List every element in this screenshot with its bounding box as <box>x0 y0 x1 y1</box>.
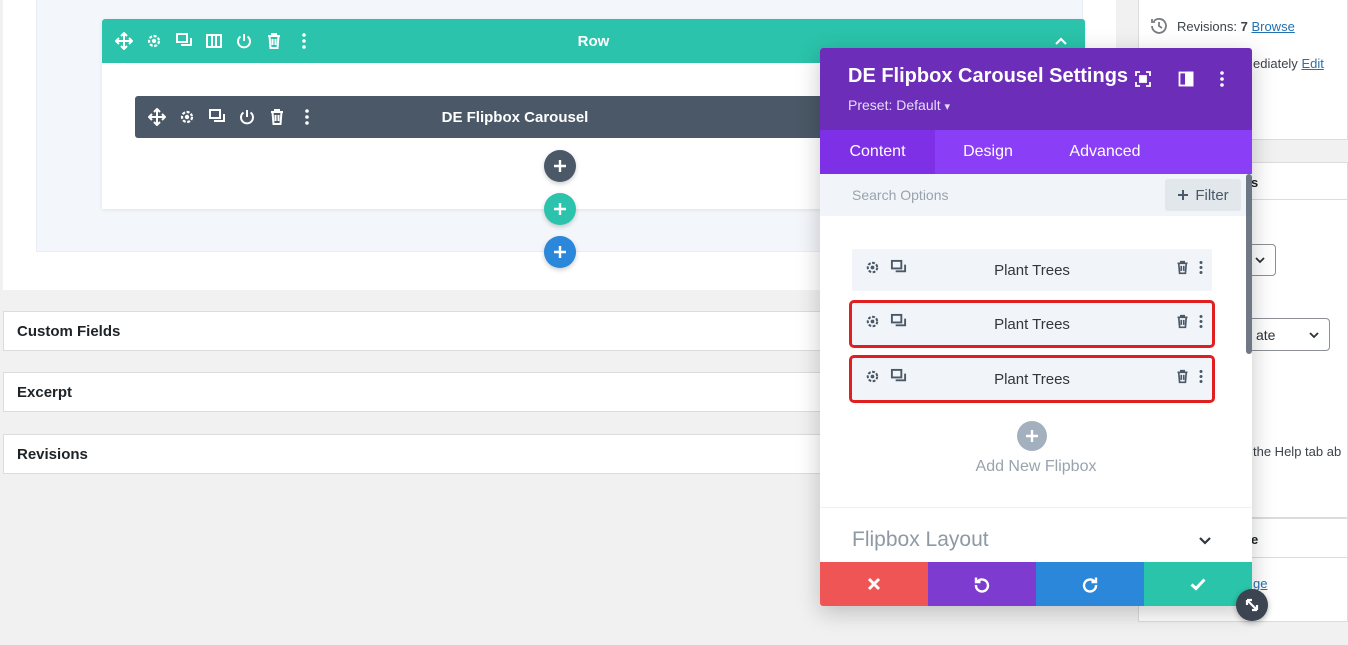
more-icon[interactable] <box>1198 314 1204 334</box>
tab-content[interactable]: Content <box>820 130 935 174</box>
add-flipbox-label[interactable]: Add New Flipbox <box>820 458 1252 476</box>
duplicate-icon[interactable] <box>890 259 907 281</box>
power-icon[interactable] <box>237 107 257 127</box>
redo-icon <box>1082 577 1098 593</box>
trash-icon[interactable] <box>264 31 284 51</box>
module-toolbar[interactable]: DE Flipbox Carousel <box>135 96 895 138</box>
modal-footer <box>820 562 1252 606</box>
modal-title: DE Flipbox Carousel Settings <box>848 65 1129 87</box>
tab-advanced[interactable]: Advanced <box>1041 130 1169 174</box>
template-select[interactable]: ate <box>1247 318 1330 351</box>
gear-icon[interactable] <box>864 313 881 335</box>
metabox-title: Excerpt <box>17 383 73 401</box>
filter-label: Filter <box>1195 186 1229 204</box>
flipbox-item[interactable]: Plant Trees <box>849 300 1215 348</box>
gear-icon[interactable] <box>864 368 881 390</box>
trash-icon[interactable] <box>1175 260 1190 280</box>
search-bar: Filter <box>820 174 1252 216</box>
more-icon[interactable] <box>294 31 314 51</box>
gear-icon[interactable] <box>864 259 881 281</box>
modal-header[interactable]: DE Flipbox Carousel Settings Preset: Def… <box>820 48 1252 130</box>
cancel-button[interactable] <box>820 562 928 606</box>
fullscreen-icon[interactable] <box>1132 68 1154 90</box>
flipbox-item[interactable]: Plant Trees <box>852 249 1212 291</box>
trash-icon[interactable] <box>1175 314 1190 334</box>
edit-publish-link[interactable]: Edit <box>1301 56 1323 71</box>
plus-icon <box>1178 190 1189 200</box>
duplicate-icon[interactable] <box>890 313 907 335</box>
trash-icon[interactable] <box>1175 369 1190 389</box>
power-icon[interactable] <box>234 31 254 51</box>
duplicate-icon[interactable] <box>207 107 227 127</box>
filter-button[interactable]: Filter <box>1165 179 1241 211</box>
preset-selector[interactable]: Preset: Default ▾ <box>848 97 950 113</box>
add-section-button[interactable] <box>544 236 576 268</box>
redo-button[interactable] <box>1036 562 1144 606</box>
check-icon <box>1190 578 1206 591</box>
divider <box>820 507 1252 508</box>
add-module-button[interactable] <box>544 150 576 182</box>
revisions-count: 7 <box>1240 19 1248 34</box>
columns-icon[interactable] <box>204 31 224 51</box>
box-title-fragment: e <box>1251 532 1259 547</box>
duplicate-icon[interactable] <box>890 368 907 390</box>
undo-icon <box>974 577 990 593</box>
chevron-down-icon[interactable] <box>1196 531 1214 549</box>
caret-down-icon: ▾ <box>944 101 951 113</box>
search-options-input[interactable] <box>820 174 1165 216</box>
revisions-text: Revisions: 7 Browse <box>1177 19 1295 34</box>
metabox-title: Revisions <box>17 445 88 463</box>
metabox-revisions[interactable]: Revisions <box>3 434 833 474</box>
resize-handle[interactable] <box>1236 589 1268 621</box>
add-row-button[interactable] <box>544 193 576 225</box>
metabox-excerpt[interactable]: Excerpt <box>3 372 833 412</box>
more-icon[interactable] <box>1211 68 1233 90</box>
more-icon[interactable] <box>1198 369 1204 389</box>
metabox-title: Custom Fields <box>17 322 121 340</box>
tab-design[interactable]: Design <box>935 130 1041 174</box>
history-icon <box>1149 16 1169 41</box>
publish-immediately-text: ediately Edit <box>1253 56 1324 71</box>
immediately-label: ediately <box>1253 56 1298 71</box>
template-select-value: ate <box>1256 326 1276 343</box>
add-flipbox-button[interactable] <box>1017 421 1047 451</box>
more-icon[interactable] <box>1198 260 1204 280</box>
settings-modal: DE Flipbox Carousel Settings Preset: Def… <box>820 48 1252 606</box>
move-icon[interactable] <box>147 107 167 127</box>
more-icon[interactable] <box>297 107 317 127</box>
plus-icon <box>1026 430 1038 442</box>
move-icon[interactable] <box>114 31 134 51</box>
trash-icon[interactable] <box>267 107 287 127</box>
gear-icon[interactable] <box>144 31 164 51</box>
box-title-fragment: s <box>1251 175 1259 190</box>
preset-label: Preset: Default <box>848 97 941 113</box>
revisions-label: Revisions: <box>1177 19 1237 34</box>
scrollbar[interactable] <box>1246 174 1252 354</box>
metabox-custom-fields[interactable]: Custom Fields <box>3 311 833 351</box>
close-icon <box>867 577 881 591</box>
flipbox-item[interactable]: Plant Trees <box>849 355 1215 403</box>
gear-icon[interactable] <box>177 107 197 127</box>
help-text: the Help tab ab <box>1253 444 1342 459</box>
expand-icon <box>1245 598 1259 612</box>
split-view-icon[interactable] <box>1175 68 1197 90</box>
undo-button[interactable] <box>928 562 1036 606</box>
duplicate-icon[interactable] <box>174 31 194 51</box>
settings-tabs: Content Design Advanced <box>820 130 1252 174</box>
browse-revisions-link[interactable]: Browse <box>1251 19 1294 34</box>
flipbox-layout-toggle[interactable]: Flipbox Layout <box>852 528 989 552</box>
